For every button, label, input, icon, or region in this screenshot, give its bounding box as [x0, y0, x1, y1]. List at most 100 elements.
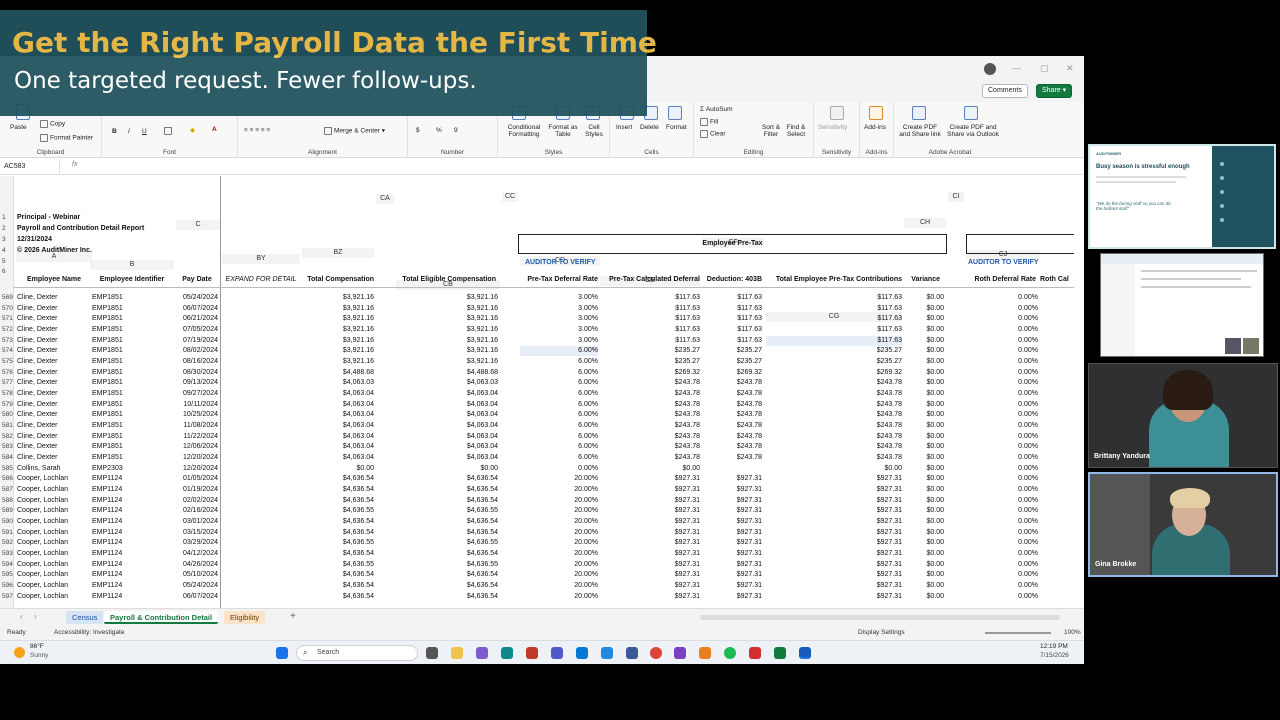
total-comp-cell[interactable]: $3,921.16	[302, 314, 374, 324]
deferral-rate-cell[interactable]: 20.00%	[520, 560, 598, 570]
deduction-403b-cell[interactable]: $117.63	[702, 293, 762, 303]
variance-cell[interactable]: $0.00	[904, 506, 944, 516]
variance-cell[interactable]: $0.00	[904, 464, 944, 474]
deferral-rate-cell[interactable]: 6.00%	[520, 389, 598, 399]
pay-date-cell[interactable]: 12/20/2024	[172, 453, 218, 463]
deferral-rate-cell[interactable]: 6.00%	[520, 432, 598, 442]
close-icon[interactable]: ✕	[1066, 64, 1074, 74]
tab-census[interactable]: Census	[66, 611, 104, 624]
add-sheet-icon[interactable]: +	[290, 611, 296, 622]
variance-cell[interactable]: $0.00	[904, 453, 944, 463]
deferral-rate-cell[interactable]: 20.00%	[520, 506, 598, 516]
horizontal-scrollbar[interactable]	[700, 615, 1060, 620]
percent-button[interactable]: %	[436, 127, 442, 134]
row-number[interactable]: 597	[0, 592, 14, 602]
row-number[interactable]: 570	[0, 304, 14, 314]
employee-id-cell[interactable]: EMP1124	[92, 538, 152, 548]
header-roth-calc[interactable]: Roth Cal	[1040, 275, 1074, 285]
calc-deferral-cell[interactable]: $243.78	[600, 400, 700, 410]
total-comp-cell[interactable]: $4,636.54	[302, 517, 374, 527]
roth-rate-cell[interactable]: 0.00%	[966, 336, 1038, 346]
employee-name-cell[interactable]: Cline, Dexter	[17, 442, 89, 452]
align-buttons[interactable]: ≡ ≡ ≡ ≡ ≡	[244, 127, 270, 134]
employee-name-cell[interactable]: Cline, Dexter	[17, 346, 89, 356]
header-total-pretax[interactable]: Total Employee Pre-Tax Contributions	[764, 275, 902, 285]
pay-date-cell[interactable]: 01/19/2024	[172, 485, 218, 495]
tab-eligibility[interactable]: Eligibility	[224, 611, 266, 624]
create-pdf-outlook-button[interactable]: Create PDF and Share via Outlook	[944, 124, 1002, 138]
total-comp-cell[interactable]: $4,636.54	[302, 474, 374, 484]
roth-rate-cell[interactable]: 0.00%	[966, 325, 1038, 335]
total-comp-cell[interactable]: $4,636.54	[302, 592, 374, 602]
employee-id-cell[interactable]: EMP1851	[92, 378, 152, 388]
deduction-403b-cell[interactable]: $927.31	[702, 506, 762, 516]
pay-date-cell[interactable]: 11/08/2024	[172, 421, 218, 431]
borders-button[interactable]	[164, 127, 174, 135]
pay-date-cell[interactable]: 05/24/2024	[172, 293, 218, 303]
deferral-rate-cell[interactable]: 20.00%	[520, 485, 598, 495]
total-comp-cell[interactable]: $4,636.54	[302, 496, 374, 506]
employee-name-cell[interactable]: Cooper, Lochlan	[17, 538, 89, 548]
variance-cell[interactable]: $0.00	[904, 378, 944, 388]
eligible-comp-cell[interactable]: $4,063.04	[396, 410, 498, 420]
roth-rate-cell[interactable]: 0.00%	[966, 560, 1038, 570]
variance-cell[interactable]: $0.00	[904, 474, 944, 484]
roth-rate-cell[interactable]: 0.00%	[966, 570, 1038, 580]
variance-cell[interactable]: $0.00	[904, 304, 944, 314]
eligible-comp-cell[interactable]: $3,921.16	[396, 293, 498, 303]
row-number[interactable]: 591	[0, 528, 14, 538]
roth-rate-cell[interactable]: 0.00%	[966, 432, 1038, 442]
deferral-rate-cell[interactable]: 20.00%	[520, 581, 598, 591]
total-pretax-cell[interactable]: $927.31	[766, 570, 902, 580]
deduction-403b-cell[interactable]: $243.78	[702, 421, 762, 431]
employee-id-cell[interactable]: EMP1851	[92, 442, 152, 452]
deduction-403b-cell[interactable]: $243.78	[702, 378, 762, 388]
employee-name-cell[interactable]: Cooper, Lochlan	[17, 570, 89, 580]
total-comp-cell[interactable]: $3,921.16	[302, 325, 374, 335]
calc-deferral-cell[interactable]: $117.63	[600, 336, 700, 346]
roth-rate-cell[interactable]: 0.00%	[966, 304, 1038, 314]
calc-deferral-cell[interactable]: $243.78	[600, 421, 700, 431]
variance-cell[interactable]: $0.00	[904, 570, 944, 580]
total-pretax-cell[interactable]: $927.31	[766, 485, 902, 495]
copilot-icon[interactable]	[476, 647, 488, 659]
total-comp-cell[interactable]: $4,488.68	[302, 368, 374, 378]
row-number[interactable]: 582	[0, 432, 14, 442]
deferral-rate-cell[interactable]: 3.00%	[520, 325, 598, 335]
roth-rate-cell[interactable]: 0.00%	[966, 453, 1038, 463]
employee-id-cell[interactable]: EMP1124	[92, 506, 152, 516]
total-comp-cell[interactable]: $4,636.54	[302, 528, 374, 538]
deferral-rate-cell[interactable]: 3.00%	[520, 314, 598, 324]
total-pretax-cell[interactable]: $927.31	[766, 592, 902, 602]
total-pretax-cell[interactable]: $927.31	[766, 517, 902, 527]
deduction-403b-cell[interactable]: $243.78	[702, 400, 762, 410]
row-number[interactable]: 5	[0, 257, 14, 267]
roth-rate-cell[interactable]: 0.00%	[966, 293, 1038, 303]
merge-center-button[interactable]: Merge & Center ▾	[324, 127, 385, 135]
eligible-comp-cell[interactable]: $4,063.03	[396, 378, 498, 388]
row-number[interactable]: 571	[0, 314, 14, 324]
eligible-comp-cell[interactable]: $4,636.55	[396, 538, 498, 548]
calc-deferral-cell[interactable]: $117.63	[600, 293, 700, 303]
total-pretax-cell[interactable]: $243.78	[766, 432, 902, 442]
calc-deferral-cell[interactable]: $927.31	[600, 528, 700, 538]
screen-share-thumbnail[interactable]	[1100, 253, 1264, 357]
pay-date-cell[interactable]: 07/05/2024	[172, 325, 218, 335]
bold-button[interactable]: B	[112, 128, 117, 135]
file-explorer-icon[interactable]	[451, 647, 463, 659]
employee-id-cell[interactable]: EMP1851	[92, 293, 152, 303]
row-number[interactable]: 589	[0, 506, 14, 516]
eligible-comp-cell[interactable]: $4,636.54	[396, 592, 498, 602]
row-number[interactable]: 590	[0, 517, 14, 527]
deferral-rate-cell[interactable]: 20.00%	[520, 517, 598, 527]
employee-id-cell[interactable]: EMP1851	[92, 410, 152, 420]
paste-button[interactable]: Paste	[10, 124, 27, 131]
variance-cell[interactable]: $0.00	[904, 368, 944, 378]
snipping-tool-icon[interactable]	[626, 647, 638, 659]
calc-deferral-cell[interactable]: $927.31	[600, 570, 700, 580]
calc-deferral-cell[interactable]: $117.63	[600, 325, 700, 335]
deduction-403b-cell[interactable]: $243.78	[702, 410, 762, 420]
deduction-403b-cell[interactable]: $927.31	[702, 592, 762, 602]
total-comp-cell[interactable]: $0.00	[302, 464, 374, 474]
calc-deferral-cell[interactable]: $243.78	[600, 389, 700, 399]
